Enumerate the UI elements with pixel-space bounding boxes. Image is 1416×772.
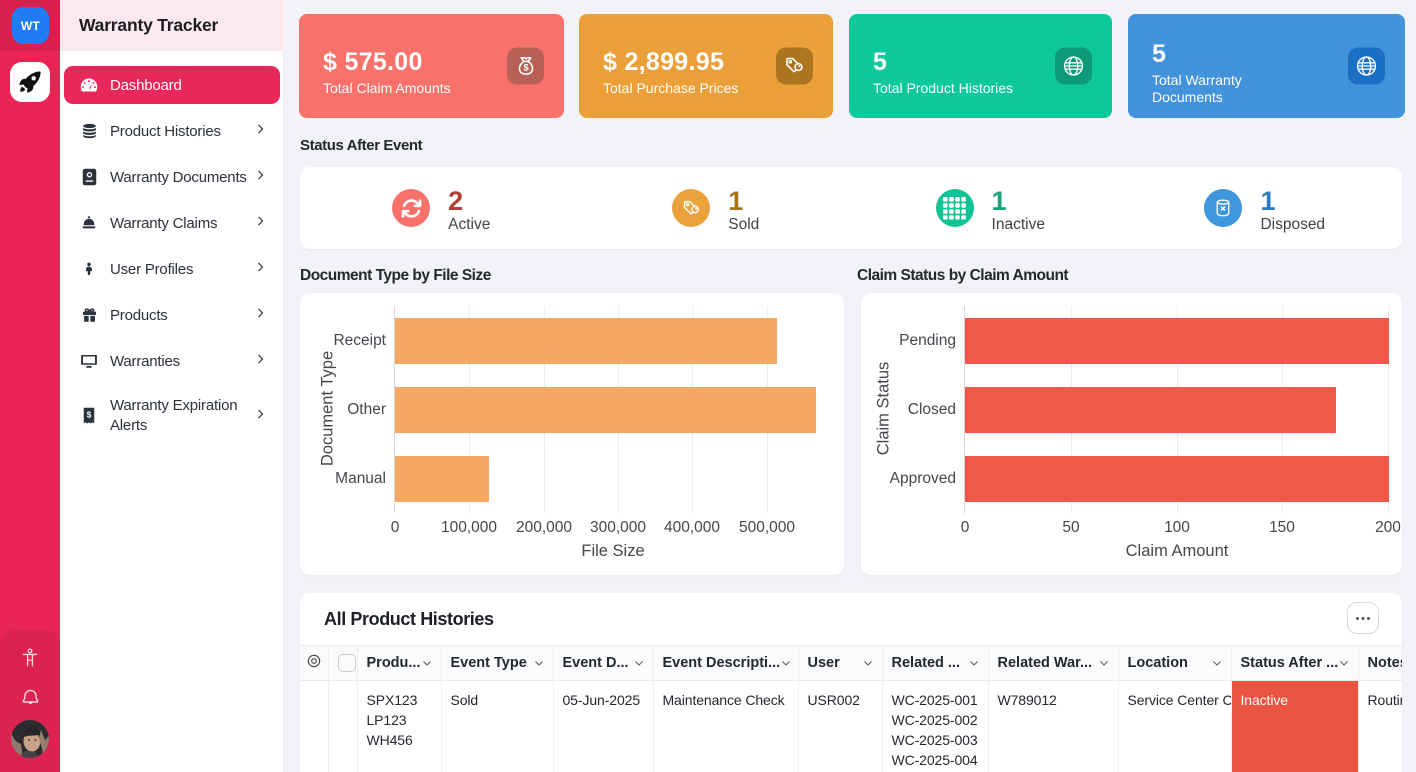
svg-text:$: $: [523, 62, 529, 73]
svg-text:$: $: [87, 411, 92, 420]
